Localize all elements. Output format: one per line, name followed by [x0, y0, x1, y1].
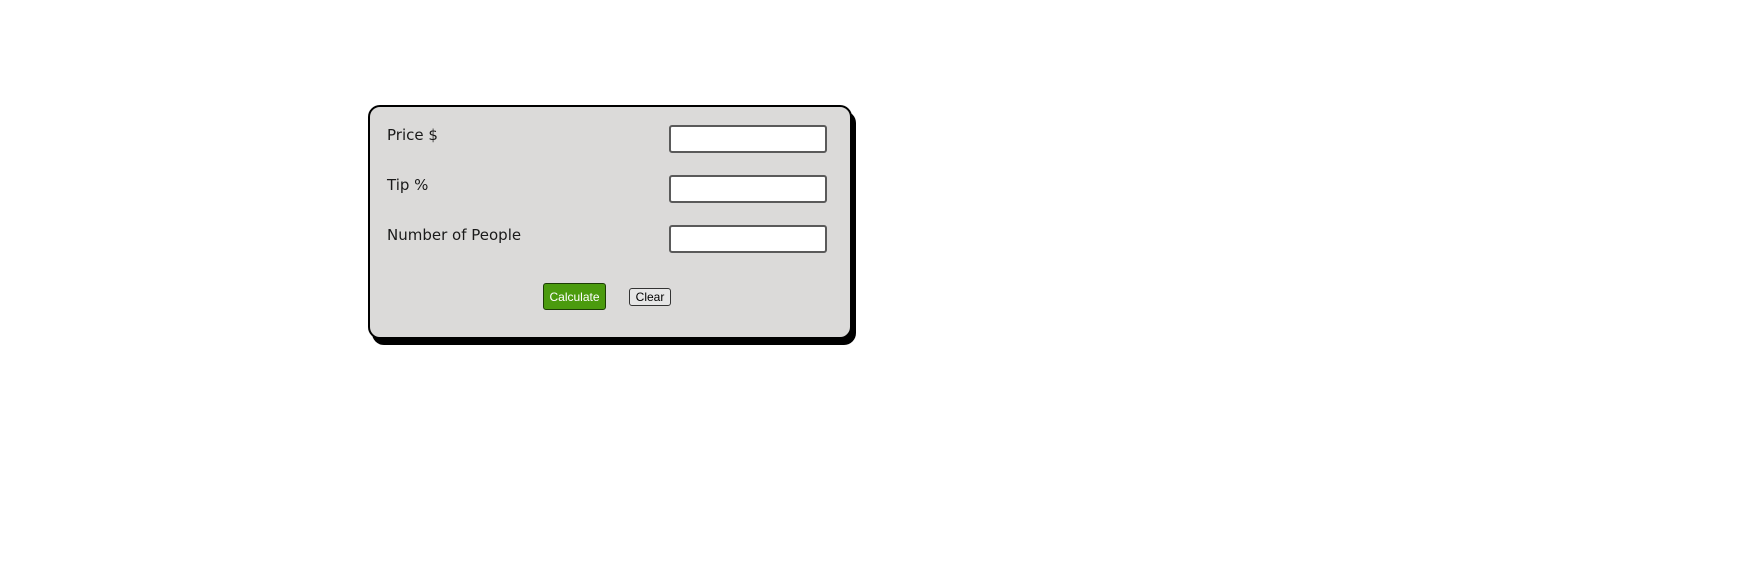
- number-of-people-label: Number of People: [387, 226, 522, 244]
- calculate-button[interactable]: Calculate: [543, 283, 606, 310]
- tip-percent-label: Tip %: [387, 176, 429, 194]
- tip-calculator-panel: Price $ Tip % Number of People Calculate…: [368, 105, 852, 339]
- number-of-people-input[interactable]: [669, 225, 827, 253]
- price-input[interactable]: [669, 125, 827, 153]
- price-label: Price $: [387, 126, 438, 144]
- clear-button[interactable]: Clear: [629, 288, 671, 306]
- tip-percent-input[interactable]: [669, 175, 827, 203]
